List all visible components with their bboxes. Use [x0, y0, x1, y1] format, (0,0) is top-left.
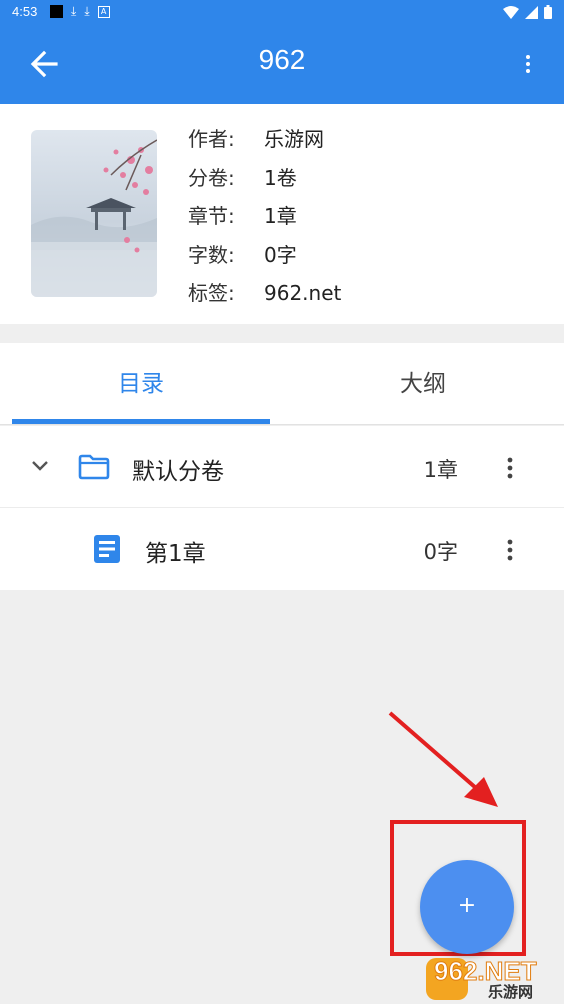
info-row-author: 作者: 乐游网 — [188, 124, 341, 163]
volume-more-icon[interactable] — [505, 456, 515, 480]
info-key: 标签: — [188, 281, 235, 305]
info-row-word-count: 字数: 0字 — [188, 240, 341, 279]
chapter-word-count: 0字 — [423, 540, 458, 564]
notification-icons: ⤓ ⤓ A — [50, 5, 110, 18]
notification-square-icon — [50, 5, 63, 18]
volume-label: 默认分卷 — [132, 459, 224, 485]
info-row-tags: 标签: 962.net — [188, 278, 341, 317]
info-value: 1卷 — [264, 165, 297, 190]
info-key: 作者: — [188, 127, 235, 151]
info-value: 1章 — [264, 204, 297, 228]
info-row-chapters: 章节: 1章 — [188, 201, 341, 240]
status-right-icons — [503, 5, 552, 19]
battery-icon — [544, 5, 552, 19]
app-notification-icon: A — [97, 5, 110, 18]
contents-list: 默认分卷 1章 第1章 0字 — [0, 426, 564, 590]
watermark-logo: 962.NET 乐游网 — [426, 956, 558, 1002]
book-info-list: 作者: 乐游网 分卷: 1卷 章节: 1章 字数: 0字 标签: 962.net — [188, 124, 341, 317]
info-value: 0字 — [264, 242, 297, 267]
watermark-subtext: 乐游网 — [488, 983, 534, 1001]
wifi-icon — [503, 5, 519, 19]
app-bar: 4:53 ⤓ ⤓ A 962 — [0, 0, 564, 104]
overflow-menu-icon[interactable] — [522, 52, 534, 76]
info-key: 章节: — [188, 204, 235, 228]
page-title: 962 — [258, 44, 306, 75]
volume-chapter-count: 1章 — [423, 458, 458, 482]
document-icon — [94, 535, 120, 563]
info-key: 字数: — [188, 242, 235, 267]
volume-row[interactable]: 默认分卷 1章 — [0, 426, 564, 508]
chevron-down-icon[interactable] — [30, 456, 50, 476]
chapter-row[interactable]: 第1章 0字 — [0, 508, 564, 590]
status-time: 4:53 — [12, 4, 38, 19]
info-row-volumes: 分卷: 1卷 — [188, 163, 341, 202]
info-value: 乐游网 — [264, 127, 324, 151]
folder-icon — [78, 454, 110, 480]
download-icon: ⤓ — [71, 4, 77, 18]
status-bar: 4:53 ⤓ ⤓ A — [0, 0, 564, 24]
info-value: 962.net — [264, 281, 342, 305]
book-cover-image[interactable] — [31, 130, 157, 297]
annotation-arrow — [388, 711, 498, 807]
tab-outline[interactable]: 大纲 — [282, 343, 564, 425]
tab-contents[interactable]: 目录 — [12, 343, 270, 425]
info-key: 分卷: — [188, 165, 235, 190]
download-icon-2: ⤓ — [84, 4, 90, 18]
tab-active-indicator — [12, 419, 270, 424]
signal-icon — [525, 5, 538, 19]
book-info-card: 作者: 乐游网 分卷: 1卷 章节: 1章 字数: 0字 标签: 962.net — [0, 104, 564, 324]
chapter-label: 第1章 — [145, 541, 206, 567]
add-chapter-fab[interactable]: + — [420, 860, 514, 954]
chapter-more-icon[interactable] — [505, 538, 515, 562]
tab-bar: 目录 大纲 — [0, 343, 564, 425]
